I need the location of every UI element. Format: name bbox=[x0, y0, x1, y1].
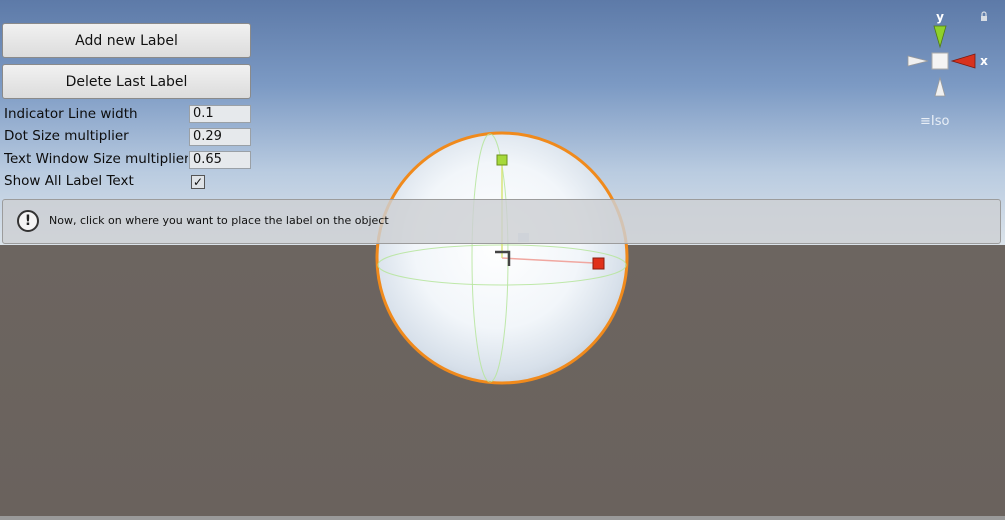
indicator-line-width-field[interactable]: 0.1 bbox=[189, 105, 251, 123]
indicator-line-width-label: Indicator Line width bbox=[4, 106, 138, 122]
text-window-size-multiplier-field[interactable]: 0.65 bbox=[189, 151, 251, 169]
show-all-label-text-label: Show All Label Text bbox=[4, 173, 134, 189]
viewport-bottom-edge bbox=[0, 516, 1005, 520]
dot-size-multiplier-label: Dot Size multiplier bbox=[4, 128, 129, 144]
menu-lines-icon: ≡ bbox=[920, 114, 931, 129]
gizmo-x-label: x bbox=[980, 54, 988, 68]
neg-x-axis-cone-icon bbox=[907, 55, 929, 67]
checkmark-icon: ✓ bbox=[192, 175, 204, 189]
projection-label: Iso bbox=[930, 114, 950, 129]
projection-toggle[interactable]: ≡Iso bbox=[920, 114, 949, 129]
text-window-size-multiplier-label: Text Window Size multiplier bbox=[4, 151, 188, 167]
dot-size-multiplier-field[interactable]: 0.29 bbox=[189, 128, 251, 146]
y-axis-cone-icon bbox=[933, 25, 947, 49]
help-message-box: ! Now, click on where you want to place … bbox=[2, 199, 1001, 244]
ground-plane bbox=[0, 245, 1005, 520]
help-message-text: Now, click on where you want to place th… bbox=[49, 214, 389, 227]
add-new-label-button[interactable]: Add new Label bbox=[2, 23, 251, 58]
lock-icon[interactable] bbox=[980, 11, 988, 22]
gizmo-center-cube bbox=[931, 52, 949, 70]
neg-y-axis-cone-icon bbox=[934, 76, 946, 97]
show-all-label-text-checkbox[interactable]: ✓ bbox=[191, 175, 205, 189]
delete-last-label-button[interactable]: Delete Last Label bbox=[2, 64, 251, 99]
x-axis-cone-icon bbox=[950, 53, 976, 69]
gizmo-y-label: y bbox=[936, 10, 944, 24]
scene-view[interactable]: Add new Label Delete Last Label Indicato… bbox=[0, 0, 1005, 520]
exclamation-icon: ! bbox=[17, 210, 39, 232]
